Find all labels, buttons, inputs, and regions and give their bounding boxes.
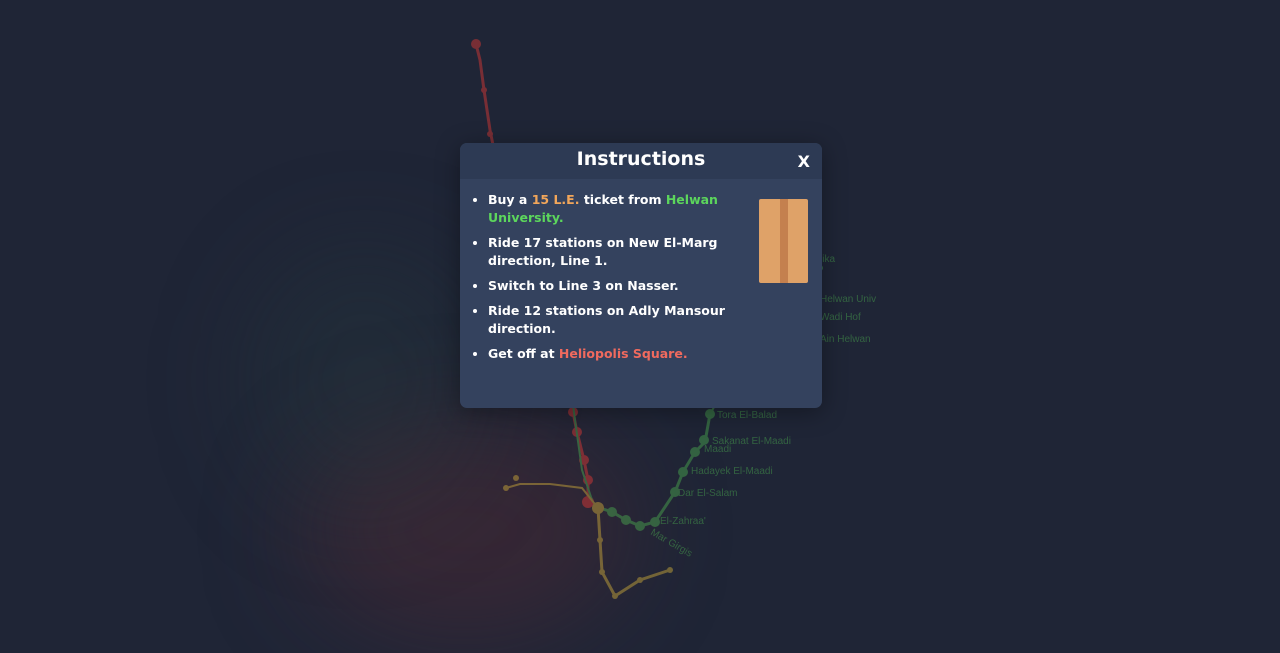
ticket-stripe: [780, 199, 788, 283]
map-station-label: Maadi: [704, 444, 731, 455]
step-text: Get off at: [488, 346, 559, 361]
instruction-list: Buy a 15 L.E. ticket from Helwan Univers…: [472, 191, 728, 370]
instructions-modal: Instructions X Buy a 15 L.E. ticket from…: [460, 143, 822, 408]
instruction-step: Ride 12 stations on Adly Mansour directi…: [488, 302, 728, 338]
step-text: Buy a: [488, 192, 532, 207]
instruction-step: Switch to Line 3 on Nasser.: [488, 277, 728, 295]
map-station-label: Wadi Hof: [820, 312, 861, 323]
map-station-label: Tora El-Balad: [717, 410, 777, 421]
close-button[interactable]: X: [798, 152, 810, 171]
map-station-label: Mar Girgis: [649, 527, 694, 560]
modal-header: Instructions X: [460, 143, 822, 179]
map-station-label: Dar El-Salam: [678, 488, 737, 499]
modal-title: Instructions: [576, 148, 706, 170]
ticket-price: 15 L.E.: [531, 192, 580, 207]
app-stage: Tora El-Balad Kozzika Hadayek El-Maadi D…: [0, 0, 1280, 653]
instruction-step: Ride 17 stations on New El-Marg directio…: [488, 234, 728, 270]
map-station-label: El-Zahraa': [660, 516, 706, 527]
metro-ticket-icon: [759, 199, 808, 283]
step-text: ticket from: [579, 192, 666, 207]
map-station-label: Hadayek El-Maadi: [691, 466, 773, 477]
destination-station: Heliopolis Square.: [558, 346, 688, 361]
instruction-step: Buy a 15 L.E. ticket from Helwan Univers…: [488, 191, 728, 227]
map-station-label: Ain Helwan: [820, 334, 871, 345]
instruction-step: Get off at Heliopolis Square.: [488, 345, 728, 363]
map-station-label: Helwan Univ: [820, 294, 876, 305]
